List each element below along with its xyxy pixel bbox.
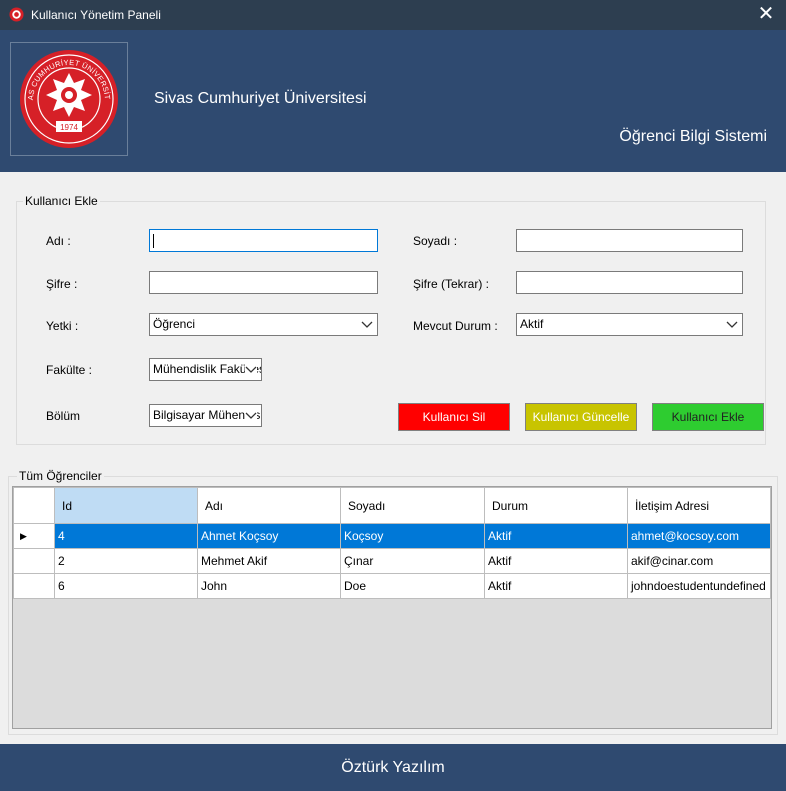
delete-user-button[interactable]: Kullanıcı Sil: [398, 403, 510, 431]
table-row[interactable]: ▶ 4 Ahmet Koçsoy Koçsoy Aktif ahmet@kocs…: [13, 523, 771, 549]
cell-name[interactable]: John: [197, 573, 341, 599]
table-header-row: Id Adı Soyadı Durum İletişim Adresi: [13, 487, 771, 524]
cell-contact[interactable]: ahmet@kocsoy.com: [627, 523, 771, 549]
role-label: Yetki :: [46, 319, 79, 333]
chevron-down-icon: [361, 321, 373, 328]
column-header-status[interactable]: Durum: [484, 487, 628, 524]
row-selector[interactable]: [13, 548, 55, 574]
status-value: Aktif: [520, 317, 544, 331]
status-dropdown[interactable]: Aktif: [516, 313, 743, 336]
password-repeat-label: Şifre (Tekrar) :: [413, 277, 490, 291]
column-header-contact[interactable]: İletişim Adresi: [627, 487, 771, 524]
system-name: Öğrenci Bilgi Sistemi: [619, 128, 767, 145]
university-name: Sivas Cumhuriyet Üniversitesi: [154, 90, 367, 107]
table-row[interactable]: 6 John Doe Aktif johndoestudentundefined: [13, 573, 771, 599]
column-header-name[interactable]: Adı: [197, 487, 341, 524]
faculty-dropdown[interactable]: Mühendislik Fakültesi: [149, 358, 262, 381]
cell-name[interactable]: Ahmet Koçsoy: [197, 523, 341, 549]
cell-id[interactable]: 6: [54, 573, 198, 599]
row-selector[interactable]: [13, 573, 55, 599]
row-header-corner: [13, 487, 55, 524]
chevron-down-icon: [245, 408, 257, 422]
faculty-label: Fakülte :: [46, 363, 93, 377]
password-repeat-input[interactable]: [516, 271, 743, 294]
header-banner: 1974 SİVAS CUMHURİYET ÜNİVERSİTESİ Sivas…: [0, 30, 786, 172]
title-bar: Kullanıcı Yönetim Paneli ✕: [0, 0, 786, 30]
university-logo: 1974 SİVAS CUMHURİYET ÜNİVERSİTESİ: [10, 42, 128, 156]
surname-label: Soyadı :: [413, 234, 458, 248]
column-header-surname[interactable]: Soyadı: [340, 487, 485, 524]
close-icon[interactable]: ✕: [746, 0, 786, 30]
window-title: Kullanıcı Yönetim Paneli: [31, 8, 161, 22]
cell-surname[interactable]: Koçsoy: [340, 523, 485, 549]
chevron-down-icon: [726, 321, 738, 328]
cell-status[interactable]: Aktif: [484, 523, 628, 549]
cell-id[interactable]: 2: [54, 548, 198, 574]
students-group-label: Tüm Öğrenciler: [17, 469, 104, 483]
chevron-down-icon: [245, 362, 257, 376]
seal-year: 1974: [60, 123, 78, 132]
department-dropdown[interactable]: Bilgisayar Mühendisliği: [149, 404, 262, 427]
password-label: Şifre :: [46, 277, 78, 291]
cell-surname[interactable]: Doe: [340, 573, 485, 599]
cell-id[interactable]: 4: [54, 523, 198, 549]
students-table[interactable]: Id Adı Soyadı Durum İletişim Adresi ▶ 4 …: [12, 486, 772, 729]
surname-input[interactable]: [516, 229, 743, 252]
cell-status[interactable]: Aktif: [484, 573, 628, 599]
password-input[interactable]: [149, 271, 378, 294]
footer-text: Öztürk Yazılım: [341, 759, 445, 776]
app-icon: [9, 7, 24, 22]
cell-name[interactable]: Mehmet Akif: [197, 548, 341, 574]
department-label: Bölüm: [46, 409, 81, 423]
cell-contact[interactable]: akif@cinar.com: [627, 548, 771, 574]
role-value: Öğrenci: [153, 317, 196, 331]
column-header-id[interactable]: Id: [54, 487, 198, 524]
text-caret: [153, 234, 154, 248]
add-user-group-label: Kullanıcı Ekle: [23, 194, 100, 208]
status-label: Mevcut Durum :: [413, 319, 498, 333]
cell-status[interactable]: Aktif: [484, 548, 628, 574]
university-seal-icon: 1974 SİVAS CUMHURİYET ÜNİVERSİTESİ: [19, 49, 118, 148]
name-label: Adı :: [46, 234, 71, 248]
cell-contact[interactable]: johndoestudentundefined: [627, 573, 771, 599]
name-input[interactable]: [149, 229, 378, 252]
cell-surname[interactable]: Çınar: [340, 548, 485, 574]
footer-bar: Öztürk Yazılım: [0, 744, 786, 791]
table-row[interactable]: 2 Mehmet Akif Çınar Aktif akif@cinar.com: [13, 548, 771, 574]
add-user-button[interactable]: Kullanıcı Ekle: [652, 403, 764, 431]
row-selector-icon[interactable]: ▶: [13, 523, 55, 549]
role-dropdown[interactable]: Öğrenci: [149, 313, 378, 336]
update-user-button[interactable]: Kullanıcı Güncelle: [525, 403, 637, 431]
